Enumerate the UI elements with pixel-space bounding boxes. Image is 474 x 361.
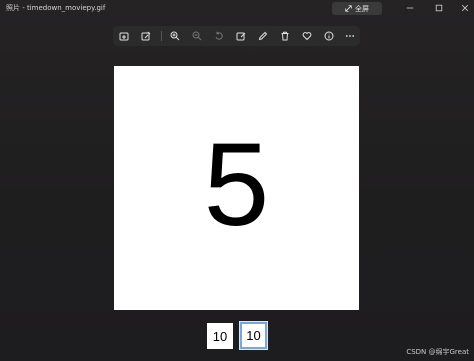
draw-button[interactable]	[256, 29, 270, 43]
close-icon	[461, 4, 469, 12]
maximize-button[interactable]	[432, 2, 446, 14]
watermark: CSDN @绵宇Great	[406, 348, 469, 356]
toolbar	[113, 26, 360, 46]
frame-number: 5	[203, 119, 270, 251]
more-button[interactable]	[343, 29, 357, 43]
delete-button[interactable]	[278, 29, 292, 43]
toolbar-separator	[161, 31, 162, 41]
favorite-button[interactable]	[300, 29, 314, 43]
more-icon	[345, 35, 355, 37]
filmstrip-thumbnail[interactable]: 10	[207, 323, 233, 349]
add-to-album-icon	[119, 32, 129, 41]
minimize-icon	[406, 7, 414, 9]
minimize-button[interactable]	[403, 2, 417, 14]
zoom-in-icon	[170, 31, 180, 41]
close-button[interactable]	[458, 2, 472, 14]
maximize-icon	[435, 4, 443, 12]
favorite-icon	[302, 32, 312, 41]
title-bar: 照片 - timedown_moviepy.gif 全屏	[0, 0, 474, 18]
filmstrip-thumbnail-selected[interactable]: 10	[239, 321, 268, 350]
zoom-out-button[interactable]	[190, 29, 204, 43]
draw-icon	[258, 31, 268, 41]
window-title: 照片 - timedown_moviepy.gif	[6, 4, 106, 12]
gif-image: 5	[114, 66, 359, 310]
fullscreen-label: 全屏	[355, 4, 369, 13]
info-icon	[324, 31, 334, 41]
photos-app-window: 照片 - timedown_moviepy.gif 全屏 5 10 10 CSD…	[0, 0, 474, 361]
add-to-album-button[interactable]	[117, 29, 131, 43]
rotate-icon	[215, 31, 223, 40]
info-button[interactable]	[322, 29, 336, 43]
zoom-out-icon	[192, 31, 202, 41]
enhance-button[interactable]	[139, 29, 153, 43]
delete-icon	[281, 31, 289, 41]
zoom-in-button[interactable]	[168, 29, 182, 43]
fullscreen-button[interactable]: 全屏	[332, 2, 382, 15]
expand-icon	[345, 5, 352, 12]
crop-edit-button[interactable]	[234, 29, 248, 43]
rotate-button[interactable]	[212, 29, 226, 43]
crop-edit-icon	[236, 32, 246, 41]
enhance-icon	[141, 31, 151, 41]
filmstrip: 10 10	[207, 321, 268, 350]
